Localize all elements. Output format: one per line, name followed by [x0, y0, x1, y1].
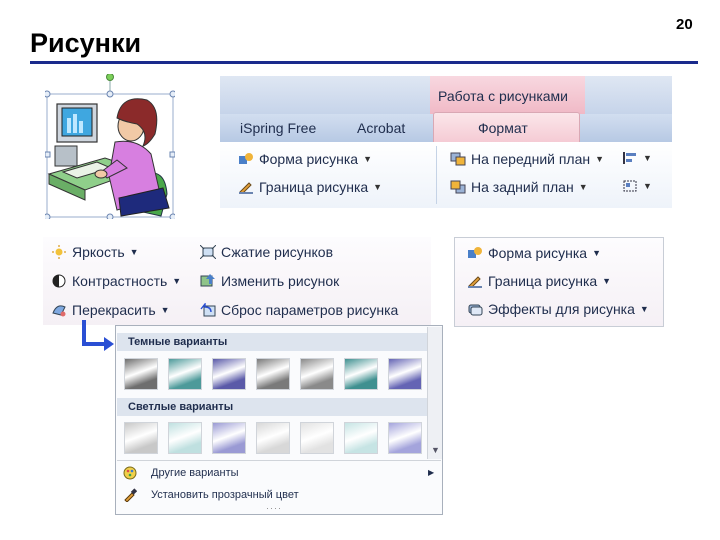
- pencil-icon: [468, 276, 482, 288]
- reset-picture-label: Сброс параметров рисунка: [221, 302, 399, 318]
- group-objects-button[interactable]: ▼: [622, 179, 652, 193]
- dark-variant-swatch[interactable]: [168, 358, 202, 390]
- chevron-down-icon: ▼: [592, 248, 601, 258]
- light-variant-swatch[interactable]: [344, 422, 378, 454]
- group-icon: [623, 180, 637, 192]
- chevron-down-icon: ▼: [643, 181, 652, 191]
- dark-variant-swatch[interactable]: [388, 358, 422, 390]
- styles-border-button[interactable]: Граница рисунка ▼: [467, 273, 611, 289]
- contrast-button[interactable]: Контрастность ▼: [51, 273, 181, 289]
- gallery-scrollbar[interactable]: ▼: [427, 327, 442, 459]
- eyedropper-icon: [123, 484, 138, 510]
- dark-variant-swatch[interactable]: [212, 358, 246, 390]
- picture-shape-label: Форма рисунка: [259, 151, 359, 167]
- pencil-icon: [239, 182, 253, 194]
- send-to-back-label: На задний план: [471, 179, 574, 195]
- clipart-woman-computer-icon: [43, 73, 177, 221]
- picture-shape-button[interactable]: Форма рисунка ▼: [238, 151, 372, 167]
- bring-to-front-label: На передний план: [471, 151, 591, 167]
- context-tab-label: Работа с рисунками: [438, 88, 568, 104]
- dark-variant-swatch[interactable]: [344, 358, 378, 390]
- recolor-icon: [52, 305, 66, 317]
- brightness-button[interactable]: Яркость ▼: [51, 244, 139, 260]
- resize-grip[interactable]: ····: [266, 503, 282, 513]
- more-variants-item[interactable]: Другие варианты ▶: [117, 462, 441, 484]
- effects-icon: [468, 304, 483, 316]
- pointer-arrow-icon: [82, 320, 114, 351]
- chevron-down-icon: ▼: [578, 182, 588, 192]
- chevron-down-icon: ▼: [643, 153, 652, 163]
- light-variant-swatch[interactable]: [124, 422, 158, 454]
- bring-to-front-button[interactable]: На передний план ▼: [450, 151, 604, 167]
- change-picture-icon: [200, 274, 215, 287]
- chevron-down-icon: ▼: [172, 276, 182, 286]
- chevron-down-icon: ▼: [639, 304, 649, 314]
- dark-variant-swatch[interactable]: [300, 358, 334, 390]
- more-variants-label: Другие варианты: [151, 467, 239, 479]
- recolor-button[interactable]: Перекрасить ▼: [51, 302, 170, 318]
- picture-effects-label: Эффекты для рисунка: [488, 301, 635, 317]
- chevron-down-icon: ▼: [602, 276, 612, 286]
- chevron-down-icon: ▼: [373, 182, 383, 192]
- picture-border-button[interactable]: Граница рисунка ▼: [238, 179, 382, 195]
- slide-number: 20: [676, 16, 693, 33]
- styles-shape-label: Форма рисунка: [488, 245, 588, 261]
- send-to-back-button[interactable]: На задний план ▼: [450, 179, 588, 195]
- reset-picture-icon: [200, 303, 216, 317]
- contrast-label: Контрастность: [72, 273, 168, 289]
- tab-ispring[interactable]: iSpring Free: [240, 120, 316, 136]
- light-variant-swatch[interactable]: [168, 422, 202, 454]
- brightness-label: Яркость: [72, 244, 125, 260]
- align-button[interactable]: ▼: [622, 151, 652, 165]
- slide-title: Рисунки: [30, 28, 142, 58]
- chevron-down-icon: ▼: [363, 154, 372, 164]
- picture-border-label: Граница рисунка: [259, 179, 369, 195]
- picture-styles-panel: Форма рисунка ▼ Граница рисунка ▼ Эффекты …: [454, 237, 664, 327]
- picture-effects-button[interactable]: Эффекты для рисунка ▼: [467, 301, 649, 317]
- styles-shape-button[interactable]: Форма рисунка ▼: [467, 245, 601, 261]
- light-variant-swatch[interactable]: [300, 422, 334, 454]
- reset-picture-button[interactable]: Сброс параметров рисунка: [200, 302, 398, 318]
- adjust-group-panel: Яркость ▼ Контрастность ▼ Перекрасить ▼ Сжа…: [43, 237, 431, 325]
- tab-acrobat[interactable]: Acrobat: [357, 120, 405, 136]
- change-picture-button[interactable]: Изменить рисунок: [200, 273, 339, 289]
- light-variant-swatch[interactable]: [212, 422, 246, 454]
- shapes-icon: [468, 247, 482, 258]
- scroll-down-icon[interactable]: ▼: [431, 445, 440, 455]
- recolor-dropdown: Темные варианты Светлые варианты ▼ Други…: [115, 325, 443, 515]
- light-variants-header: Светлые варианты: [117, 398, 436, 416]
- chevron-down-icon: ▼: [160, 305, 170, 315]
- compress-pictures-label: Сжатие рисунков: [221, 244, 334, 260]
- ribbon: Работа с рисунками iSpring Free Acrobat …: [220, 76, 672, 208]
- title-underline: [30, 61, 698, 64]
- selected-clipart[interactable]: [43, 73, 177, 221]
- contrast-icon: [52, 274, 66, 288]
- dark-variants-header: Темные варианты: [117, 333, 436, 351]
- light-variant-swatch[interactable]: [388, 422, 422, 454]
- dark-variant-swatch[interactable]: [256, 358, 290, 390]
- shapes-icon: [239, 153, 253, 164]
- bring-front-icon: [450, 152, 466, 166]
- chevron-right-icon: ▶: [428, 468, 435, 477]
- chevron-down-icon: ▼: [595, 154, 605, 164]
- styles-border-label: Граница рисунка: [488, 273, 598, 289]
- send-back-icon: [450, 180, 466, 194]
- change-picture-label: Изменить рисунок: [221, 273, 340, 289]
- chevron-down-icon: ▼: [129, 247, 139, 257]
- light-variant-swatch[interactable]: [256, 422, 290, 454]
- compress-icon: [200, 245, 216, 259]
- menu-separator: [117, 460, 441, 461]
- compress-pictures-button[interactable]: Сжатие рисунков: [200, 244, 333, 260]
- dark-variant-swatch[interactable]: [124, 358, 158, 390]
- align-icon: [623, 152, 636, 164]
- recolor-label: Перекрасить: [72, 302, 156, 318]
- sun-icon: [52, 245, 66, 259]
- tab-format-label: Формат: [478, 120, 528, 136]
- group-separator: [436, 146, 437, 204]
